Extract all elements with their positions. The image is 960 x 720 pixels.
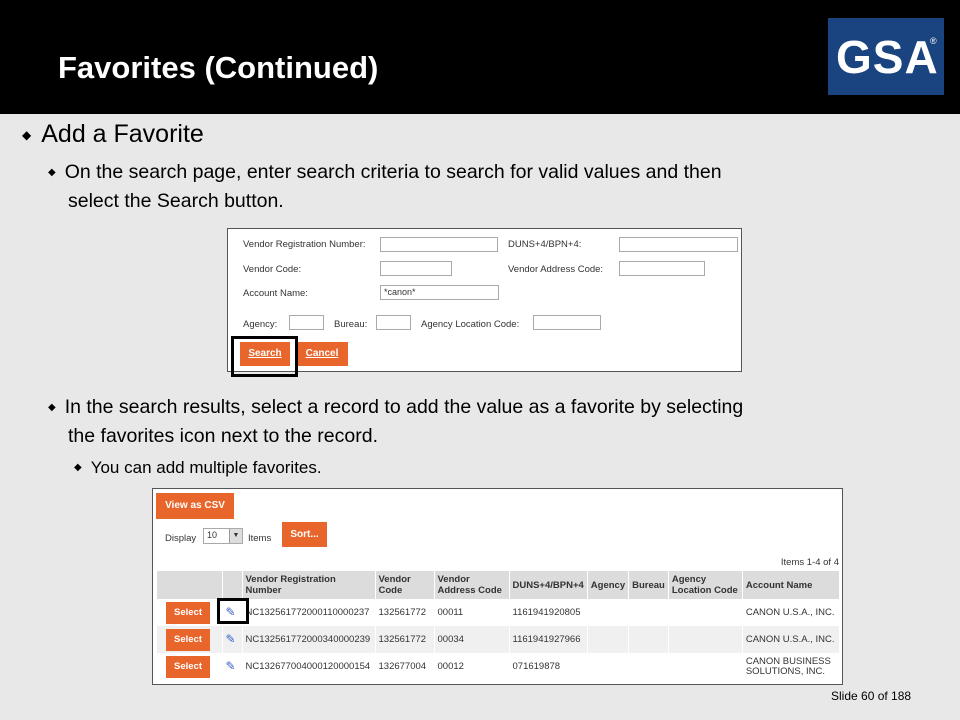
sort-button[interactable]: Sort...	[282, 522, 327, 547]
table-cell: 071619878	[509, 653, 588, 680]
diamond-bullet-icon: ◆	[74, 462, 82, 473]
agency-location-code-label: Agency Location Code:	[421, 319, 520, 330]
account-name-input[interactable]: *canon*	[380, 285, 499, 300]
table-cell	[628, 653, 669, 680]
diamond-bullet-icon: ◆	[22, 128, 32, 142]
bureau-input[interactable]	[376, 315, 411, 330]
results-table: Vendor Registration Number Vendor Code V…	[157, 571, 841, 680]
table-cell	[668, 653, 743, 680]
select-button[interactable]: Select	[166, 601, 210, 624]
duns-input[interactable]	[619, 237, 738, 252]
table-cell: 1161941927966	[509, 626, 588, 653]
column-header[interactable]: Agency	[587, 571, 630, 599]
duns-label: DUNS+4/BPN+4:	[508, 239, 582, 250]
vendor-registration-input[interactable]	[380, 237, 498, 252]
vendor-address-code-input[interactable]	[619, 261, 705, 276]
bureau-label: Bureau:	[334, 319, 368, 330]
table-cell: NC132561772000110000237	[242, 599, 376, 626]
column-header[interactable]: Vendor Registration Number	[242, 571, 376, 599]
display-count-select[interactable]: 10 ▼	[203, 528, 243, 544]
table-cell: 00034	[434, 626, 510, 653]
slide-number: Slide 60 of 188	[831, 689, 912, 703]
table-cell	[628, 599, 669, 626]
registered-mark: ®	[930, 36, 937, 46]
account-name-label: Account Name:	[243, 288, 308, 299]
column-header[interactable]: Account Name	[742, 571, 841, 599]
select-button[interactable]: Select	[166, 628, 210, 651]
table-cell: 132561772	[375, 599, 435, 626]
agency-label: Agency:	[243, 319, 278, 330]
select-button[interactable]: Select	[166, 655, 210, 678]
display-count-value: 10	[207, 530, 218, 540]
table-cell: 1161941920805	[509, 599, 588, 626]
table-cell: 00012	[434, 653, 510, 680]
vendor-registration-label: Vendor Registration Number:	[243, 239, 366, 250]
table-cell	[587, 653, 630, 680]
bullet-search-page: ◆ On the search page, enter search criter…	[48, 161, 722, 212]
search-form-screenshot: Vendor Registration Number: DUNS+4/BPN+4…	[227, 228, 742, 372]
items-label: Items	[248, 533, 272, 544]
table-cell: CANON U.S.A., INC.	[742, 626, 841, 653]
search-button-highlight	[231, 336, 298, 377]
cancel-button[interactable]: Cancel	[296, 342, 348, 366]
slide-title: Favorites (Continued)	[58, 50, 379, 85]
bullet-search-results: ◆ In the search results, select a record …	[48, 396, 744, 447]
favorites-icon-highlight	[217, 598, 249, 624]
table-cell	[668, 626, 743, 653]
display-label: Display	[165, 533, 197, 544]
results-screenshot: View as CSV Display 10 ▼ Items Sort... I…	[152, 488, 843, 685]
table-cell	[668, 599, 743, 626]
vendor-code-label: Vendor Code:	[243, 264, 302, 275]
bullet-add-favorite: ◆ Add a Favorite	[22, 120, 204, 148]
column-header[interactable]: Bureau	[628, 571, 669, 599]
favorites-pin-icon[interactable]: ✎	[226, 659, 236, 673]
table-cell: 00011	[434, 599, 510, 626]
table-cell	[587, 599, 630, 626]
vendor-address-code-label: Vendor Address Code:	[508, 264, 604, 275]
vendor-code-input[interactable]	[380, 261, 452, 276]
table-cell: CANON BUSINESS SOLUTIONS, INC.	[742, 653, 841, 680]
slide-header: Favorites (Continued) GSA ®	[0, 0, 960, 114]
table-cell: NC132677004000120000154	[242, 653, 376, 680]
table-cell	[628, 626, 669, 653]
table-row: Select ✎ NC132677004000120000154 1326770…	[157, 653, 841, 680]
table-row: Select ✎ NC132561772000110000237 1325617…	[157, 599, 841, 626]
table-header-row: Vendor Registration Number Vendor Code V…	[157, 571, 841, 599]
column-header[interactable]: Agency Location Code	[668, 571, 743, 599]
bullet-multiple-favorites: ◆ You can add multiple favorites.	[74, 458, 322, 477]
items-count: Items 1-4 of 4	[780, 557, 839, 568]
diamond-bullet-icon: ◆	[48, 402, 56, 413]
table-cell: CANON U.S.A., INC.	[742, 599, 841, 626]
gsa-logo: GSA ®	[828, 18, 944, 95]
chevron-down-icon[interactable]: ▼	[229, 529, 242, 543]
view-as-csv-button[interactable]: View as CSV	[156, 493, 234, 519]
table-cell: 132561772	[375, 626, 435, 653]
gsa-logo-text: GSA	[836, 31, 939, 83]
agency-input[interactable]	[289, 315, 324, 330]
column-header[interactable]: Vendor Address Code	[434, 571, 510, 599]
column-header[interactable]: Vendor Code	[375, 571, 435, 599]
table-cell	[587, 626, 630, 653]
table-row: Select ✎ NC132561772000340000239 1325617…	[157, 626, 841, 653]
agency-location-code-input[interactable]	[533, 315, 601, 330]
favorites-pin-icon[interactable]: ✎	[226, 632, 236, 646]
diamond-bullet-icon: ◆	[48, 167, 56, 178]
table-cell: NC132561772000340000239	[242, 626, 376, 653]
column-header[interactable]: DUNS+4/BPN+4	[509, 571, 588, 599]
table-cell: 132677004	[375, 653, 435, 680]
